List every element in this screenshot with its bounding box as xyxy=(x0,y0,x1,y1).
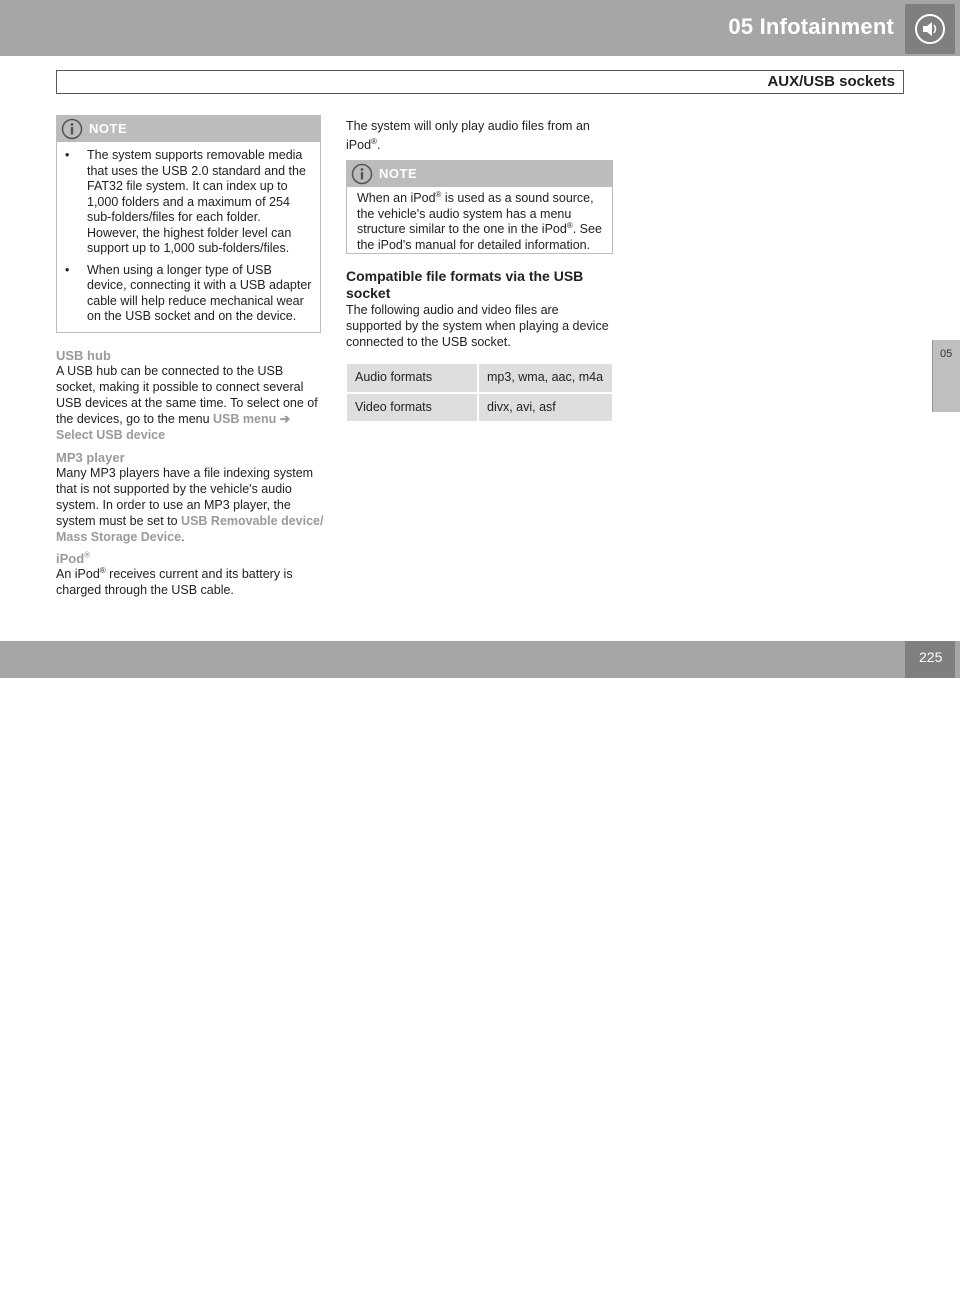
chapter-side-tab: 05 xyxy=(932,340,960,412)
note-box-usb: NOTE • The system supports removable medi… xyxy=(56,115,321,333)
note-box-ipod: NOTE When an iPod® is used as a sound so… xyxy=(346,160,613,254)
bullet-icon: • xyxy=(65,262,70,277)
mp3-section: MP3 player Many MP3 players have a file … xyxy=(56,450,324,545)
note-bullet-list: • The system supports removable media tha… xyxy=(57,148,320,325)
side-tab-label: 05 xyxy=(940,348,953,360)
formats-text: The following audio and video files are … xyxy=(346,303,609,349)
speaker-icon xyxy=(905,4,955,54)
note-text-a: When an iPod xyxy=(357,191,436,205)
formats-table: Audio formats mp3, wma, aac, m4a Video f… xyxy=(347,362,612,423)
table-cell-label: Audio formats xyxy=(347,364,479,392)
bullet-text: When using a longer type of USB device, … xyxy=(87,262,312,324)
mp3-text: Many MP3 players have a file indexing sy… xyxy=(56,465,324,545)
note-text: When an iPod® is used as a sound source,… xyxy=(347,187,612,253)
usb-hub-body: A USB hub can be connected to the USB so… xyxy=(56,364,318,426)
note-header: NOTE xyxy=(57,116,320,142)
formats-section: Compatible file formats via the USB sock… xyxy=(346,268,614,350)
usb-hub-heading: USB hub xyxy=(56,348,111,363)
ipod-intro-text: The system will only play audio files fr… xyxy=(346,117,614,155)
table-cell-value: divx, avi, asf xyxy=(479,393,612,421)
ipod-intro: The system will only play audio files fr… xyxy=(346,117,614,155)
usb-hub-section: USB hub A USB hub can be connected to th… xyxy=(56,348,324,443)
ipod-intro-end: . xyxy=(376,138,381,152)
header-bar: 05 Infotainment xyxy=(0,0,960,56)
list-item: • The system supports removable media tha… xyxy=(57,148,320,257)
page-number: 225 xyxy=(919,649,943,665)
table-row: Video formats divx, avi, asf xyxy=(347,393,612,421)
info-icon xyxy=(351,163,373,185)
arrow-right-icon: ➔ xyxy=(279,412,291,426)
section-bar: AUX/USB sockets xyxy=(56,70,904,94)
footer-bar: carmanualsonline.info xyxy=(0,641,960,1314)
ipod-text-a: An iPod xyxy=(56,567,100,581)
bullet-icon: • xyxy=(65,148,70,162)
select-usb-device-link: Select USB device xyxy=(56,428,166,442)
mp3-heading: MP3 player xyxy=(56,450,125,465)
formats-heading: Compatible file formats via the USB sock… xyxy=(346,268,584,301)
usb-menu-link: USB menu xyxy=(213,412,277,426)
ipod-section: iPod® An iPod® receives current and its … xyxy=(56,551,324,598)
info-icon xyxy=(61,118,83,140)
usb-hub-text: A USB hub can be connected to the USB so… xyxy=(56,363,324,443)
bullet-text: The system supports removable media that… xyxy=(87,148,306,255)
registered-mark: ® xyxy=(84,550,91,560)
section-title: AUX/USB sockets xyxy=(767,73,895,90)
note-label: NOTE xyxy=(89,121,128,136)
watermark: carmanualsonline.info xyxy=(560,1289,815,1314)
ipod-text: An iPod® receives current and its batter… xyxy=(56,566,324,598)
table-cell-label: Video formats xyxy=(347,393,479,421)
table-cell-value: mp3, wma, aac, m4a xyxy=(479,364,612,392)
note-header: NOTE xyxy=(347,161,612,187)
ipod-intro-body: The system will only play audio files fr… xyxy=(346,119,590,152)
mp3-end: . xyxy=(181,530,185,544)
list-item: • When using a longer type of USB device,… xyxy=(57,263,320,325)
ipod-heading-text: iPod xyxy=(56,551,85,566)
ipod-heading: iPod® xyxy=(56,551,324,566)
table-row: Audio formats mp3, wma, aac, m4a xyxy=(347,364,612,392)
page-number-box: 225 xyxy=(905,641,955,678)
chapter-title: 05 Infotainment xyxy=(728,14,894,39)
note-label: NOTE xyxy=(379,166,418,181)
